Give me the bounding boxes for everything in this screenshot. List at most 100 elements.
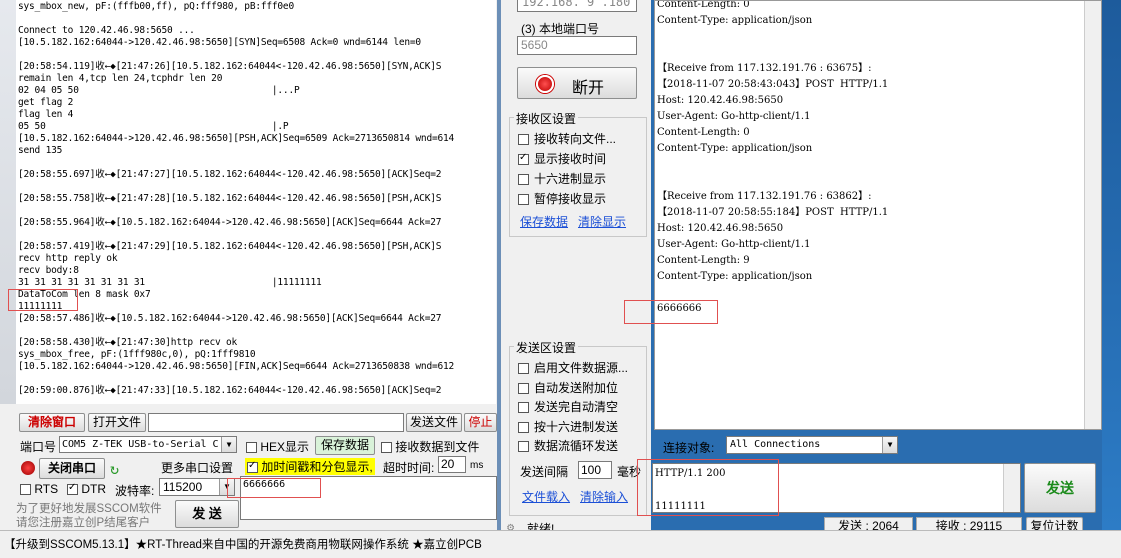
log-line: recv http reply ok — [18, 253, 118, 264]
port-select[interactable]: COM5 Z-TEK USB-to-Serial C ▼ — [59, 436, 237, 453]
log-line: [10.5.182.162:64044->120.42.46.98:5650][… — [18, 37, 421, 48]
recv-options-option[interactable]: 显示接收时间 — [518, 150, 606, 167]
option-checkbox[interactable] — [518, 194, 529, 206]
send-options-option[interactable]: 启用文件数据源... — [518, 359, 628, 376]
send-file-button[interactable]: 发送文件 — [406, 413, 462, 432]
option-checkbox[interactable] — [518, 441, 529, 453]
log-line: [20:58:55.964]收←◆[10.5.182.162:64044->12… — [18, 217, 442, 228]
log-line: [20:58:57.486]收←◆[10.5.182.162:64044->12… — [18, 313, 442, 324]
send-scrollbar[interactable] — [1003, 464, 1020, 512]
connect-target-label: 连接对象: — [663, 441, 715, 455]
clear-input-link[interactable]: 清除输入 — [580, 488, 628, 505]
disconnect-status-icon — [536, 75, 554, 93]
ticker-text[interactable]: 【升级到SSCOM5.13.1】★RT-Thread来自中国的开源免费商用物联网… — [4, 536, 482, 552]
hex-display-check[interactable] — [246, 442, 257, 454]
send-options-option[interactable]: 自动发送附加位 — [518, 379, 618, 396]
disconnect-button[interactable]: 断开 — [517, 67, 637, 99]
option-label: 按十六进制发送 — [534, 419, 619, 434]
option-checkbox[interactable] — [518, 152, 529, 166]
timestamp-label: 加时间戳和分包显示, — [261, 460, 373, 474]
refresh-icon[interactable]: ↻ — [110, 460, 119, 478]
dtr-check[interactable] — [67, 482, 78, 496]
log-line: sys_mbox_free, pF:(1fff980c,0), pQ:1fff9… — [18, 349, 256, 360]
save-data-link[interactable]: 保存数据 — [520, 213, 568, 230]
option-label: 发送完自动清空 — [534, 400, 619, 414]
open-file-button[interactable]: 打开文件 — [88, 413, 146, 432]
option-label: 显示接收时间 — [534, 152, 607, 166]
disconnect-label: 断开 — [572, 80, 605, 97]
receive-line: User-Agent: Go-http-client/1.1 — [657, 111, 811, 122]
option-checkbox[interactable] — [518, 382, 529, 394]
log-line: [20:58:55.758]收←◆[21:47:28][10.5.182.162… — [18, 193, 442, 204]
timestamp-checkbox[interactable]: 加时间戳和分包显示, — [245, 458, 375, 475]
option-label: 接收转向文件... — [534, 132, 617, 146]
send-options-option[interactable]: 数据流循环发送 — [518, 437, 618, 454]
sscom-window: sys_mbox_new, pF:(fffb00,ff), pQ:fff980,… — [0, 0, 497, 557]
receive-scrollbar[interactable] — [1084, 1, 1101, 429]
interval-input[interactable]: 100 — [578, 461, 612, 479]
highlight-box-6666666 — [227, 478, 321, 498]
chevron-down-icon: ▼ — [882, 437, 897, 453]
file-path-field[interactable] — [148, 413, 404, 432]
connect-target-select[interactable]: All Connections ▼ — [726, 436, 898, 454]
rts-check[interactable] — [20, 484, 31, 496]
option-checkbox[interactable] — [518, 421, 529, 433]
receive-line: Content-Length: 9 — [657, 255, 750, 266]
desktop-background — [1102, 0, 1121, 530]
hex-display-checkbox[interactable]: HEX显示 — [246, 438, 309, 455]
send-options-option[interactable]: 按十六进制发送 — [518, 418, 618, 435]
log-line: Connect to 120.42.46.98:5650 ... — [18, 25, 195, 36]
log-line: 05 50 |.P — [18, 121, 289, 132]
option-checkbox[interactable] — [518, 402, 529, 414]
send-options-option[interactable]: 发送完自动清空 — [518, 398, 618, 415]
dtr-checkbox[interactable]: DTR — [67, 482, 106, 496]
option-label: 暂停接收显示 — [534, 192, 607, 206]
option-label: 启用文件数据源... — [534, 361, 629, 375]
local-port-field[interactable]: 5650 — [517, 36, 637, 55]
baud-select-value: 115200 — [163, 480, 203, 494]
receive-line: Content-Type: application/json — [657, 143, 813, 154]
recv-settings-group: 接收区设置 保存数据 清除显示 接收转向文件... 显示接收时间十六进制显示暂停接… — [509, 110, 647, 237]
remote-ip-field[interactable]: 192.168. 9 .180 — [517, 0, 637, 12]
log-line: get flag 2 — [18, 97, 74, 108]
rts-checkbox[interactable]: RTS — [20, 482, 58, 496]
hex-display-label: HEX显示 — [260, 440, 310, 454]
recv-options-option[interactable]: 接收转向文件... — [518, 130, 616, 147]
recv-to-file-check[interactable] — [381, 442, 392, 454]
save-data-button[interactable]: 保存数据 — [315, 436, 375, 455]
recv-options-option[interactable]: 十六进制显示 — [518, 170, 606, 187]
load-file-link[interactable]: 文件载入 — [522, 488, 570, 505]
timeout-input[interactable]: 20 — [438, 456, 466, 473]
log-line: [20:58:58.430]收←◆[21:47:30]http recv ok — [18, 337, 238, 348]
receive-line: Content-Length: 0 — [657, 127, 750, 138]
serial-receive-log[interactable]: sys_mbox_new, pF:(fffb00,ff), pQ:fff980,… — [16, 0, 496, 404]
network-send-button[interactable]: 发送 — [1024, 463, 1096, 513]
highlight-box-received-6666666 — [624, 300, 718, 324]
dtr-label: DTR — [81, 482, 107, 496]
option-checkbox[interactable] — [518, 363, 529, 375]
option-checkbox[interactable] — [518, 174, 529, 186]
timestamp-check[interactable] — [247, 460, 258, 474]
option-label: 自动发送附加位 — [534, 380, 619, 395]
baud-select[interactable]: 115200 ▼ — [159, 478, 235, 496]
close-port-button[interactable]: 关闭串口 — [39, 458, 105, 479]
recv-options-option[interactable]: 暂停接收显示 — [518, 190, 606, 207]
log-line: [20:58:54.119]收←◆[21:47:26][10.5.182.162… — [18, 61, 442, 72]
recv-to-file-checkbox[interactable]: 接收数据到文件 — [381, 438, 479, 455]
clear-window-button[interactable]: 清除窗口 — [19, 413, 85, 432]
promo-text-line2[interactable]: 请您注册嘉立创P结尾客户 — [16, 514, 150, 530]
port-status-led-icon — [21, 461, 35, 475]
log-line: send 135 — [18, 145, 63, 156]
stop-button[interactable]: 停止 — [464, 413, 497, 432]
send-settings-group: 发送区设置 发送间隔 100 毫秒 文件载入 清除输入 启用文件数据源... 自动… — [509, 339, 647, 516]
more-settings-link[interactable]: 更多串口设置 — [161, 459, 233, 476]
port-label: 端口号 — [20, 440, 57, 454]
option-checkbox[interactable] — [518, 134, 529, 146]
left-send-button[interactable]: 发 送 — [175, 500, 239, 528]
network-receive-area[interactable]: Content-Length: 0 Content-Type: applicati… — [654, 0, 1102, 430]
clear-display-link[interactable]: 清除显示 — [578, 213, 626, 230]
receive-line: User-Agent: Go-http-client/1.1 — [657, 239, 811, 250]
rts-label: RTS — [34, 482, 59, 496]
chevron-down-icon: ▼ — [221, 437, 236, 452]
bottom-ticker: 【升级到SSCOM5.13.1】★RT-Thread来自中国的开源免费商用物联网… — [0, 530, 1121, 558]
